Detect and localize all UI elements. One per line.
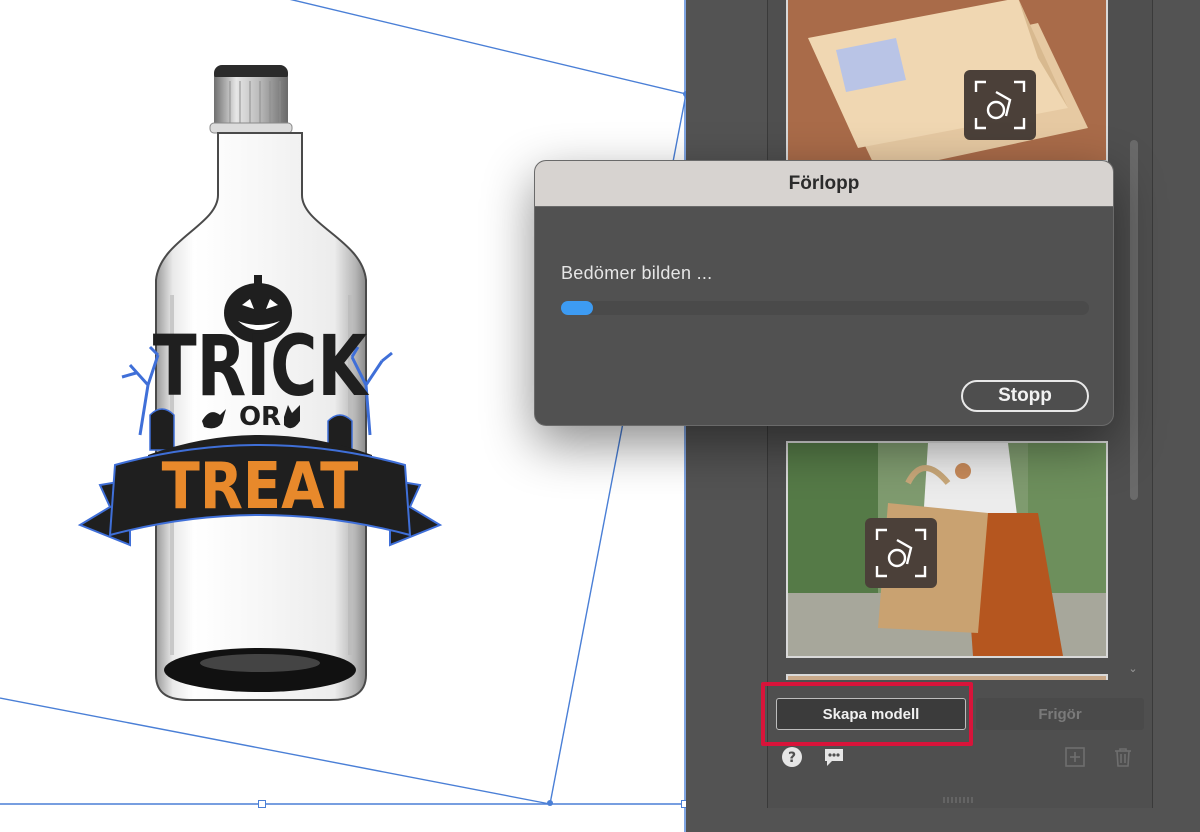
thumbnail-tote-bag[interactable]: [786, 441, 1108, 658]
speech-bubble-icon[interactable]: [823, 746, 845, 768]
trash-icon[interactable]: [1112, 746, 1134, 768]
thumbnail-partial[interactable]: [786, 674, 1108, 680]
panel-resize-grip[interactable]: [942, 797, 976, 803]
release-button[interactable]: Frigör: [976, 698, 1144, 730]
annotation-highlight-box: [761, 682, 973, 746]
add-square-icon[interactable]: [1064, 746, 1086, 768]
3d-model-badge-icon: [964, 70, 1036, 140]
progress-status-text: Bedömer bilden ...: [561, 263, 713, 283]
svg-text:?: ?: [788, 750, 796, 766]
stop-button[interactable]: Stopp: [961, 380, 1089, 412]
thumbnail-scrollbar[interactable]: ⌄: [1127, 0, 1139, 680]
progress-bar-fill: [561, 301, 593, 315]
chevron-down-icon[interactable]: ⌄: [1127, 662, 1139, 676]
bounding-box-handle-bottom[interactable]: [258, 800, 266, 808]
scrollbar-thumb[interactable]: [1130, 140, 1138, 500]
thumbnail-envelope[interactable]: [786, 0, 1108, 162]
3d-model-badge-icon: [865, 518, 937, 588]
question-circle-icon[interactable]: ?: [781, 746, 803, 768]
progress-dialog: Förlopp Bedömer bilden ... Stopp: [534, 160, 1114, 426]
progress-bar: [561, 301, 1089, 315]
dialog-title: Förlopp: [535, 161, 1113, 207]
